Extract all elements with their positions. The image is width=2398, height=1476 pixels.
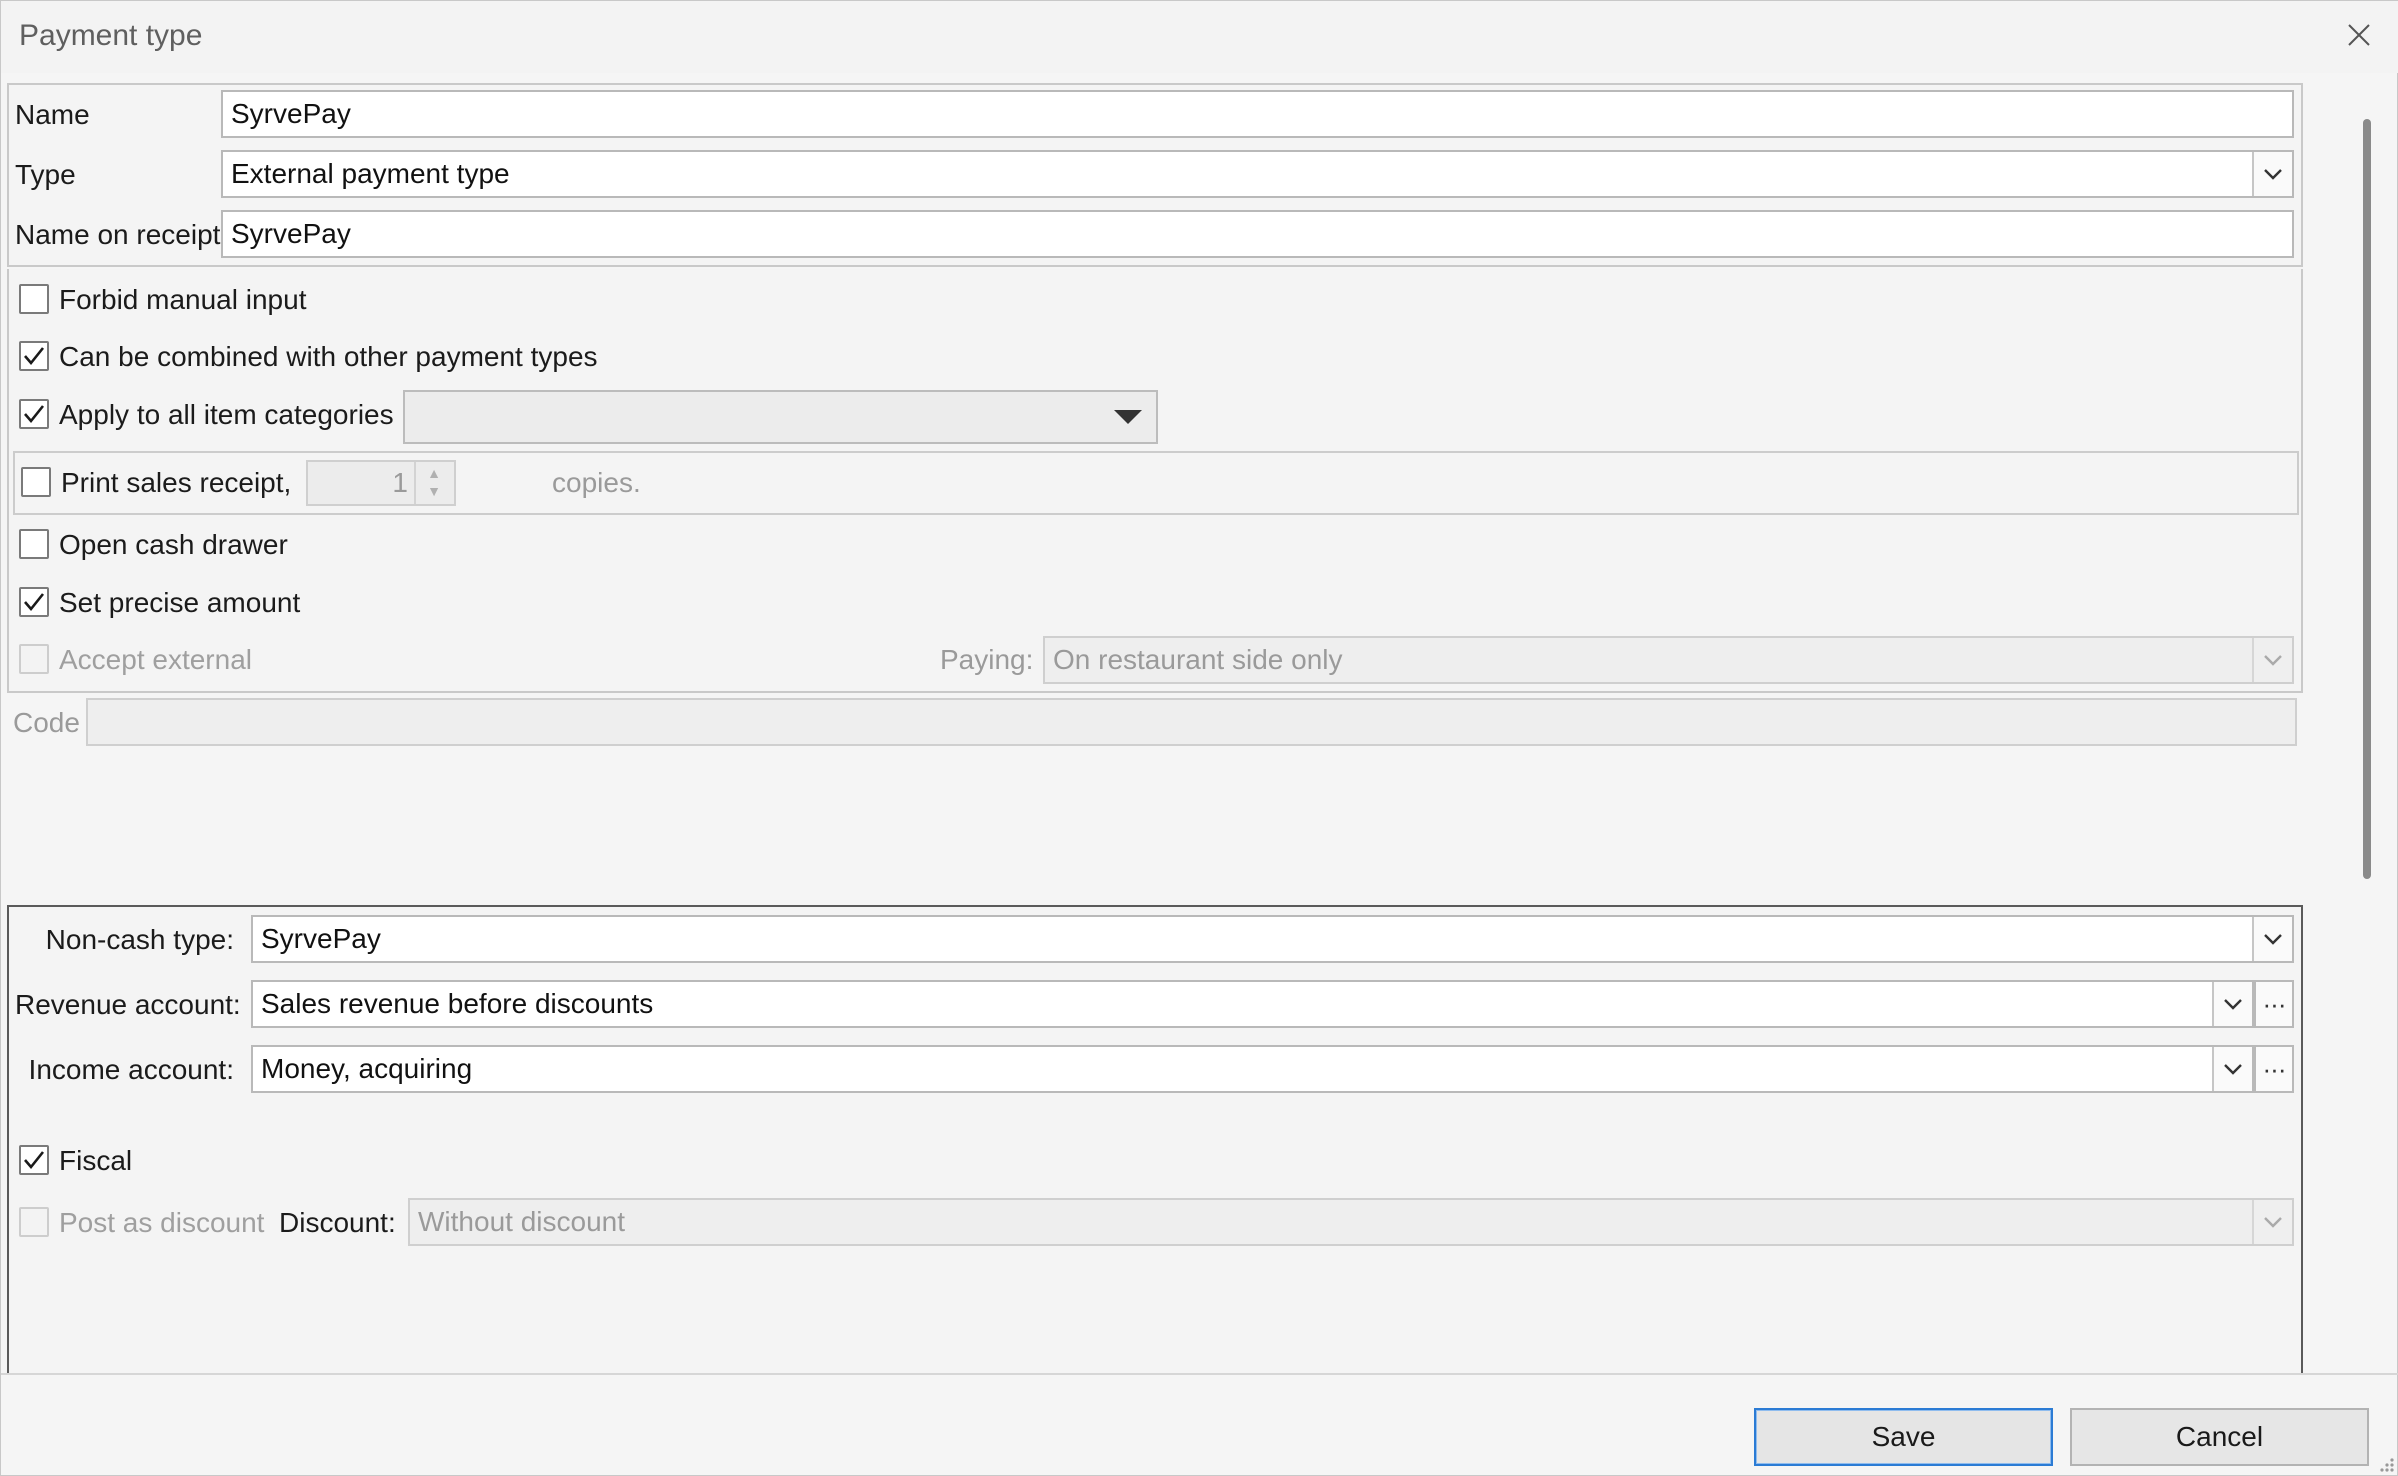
chevron-down-icon [2264, 1217, 2282, 1228]
paying-select-value: On restaurant side only [1053, 644, 1343, 675]
noncash-type-value: SyrvePay [261, 923, 381, 954]
print-receipt-checkbox[interactable] [21, 467, 51, 497]
copies-spin-buttons[interactable]: ▲ ▼ [414, 462, 454, 504]
accept-external-label: Accept external [59, 644, 252, 675]
paying-dropdown-button[interactable] [2252, 638, 2292, 682]
paying-select[interactable]: On restaurant side only [1043, 636, 2294, 684]
copies-spinner[interactable]: 1 ▲ ▼ [306, 460, 456, 506]
title-bar: Payment type [1, 1, 2398, 73]
name-field[interactable]: SyrvePay [221, 90, 2294, 138]
combined-label: Can be combined with other payment types [59, 341, 598, 372]
paying-label: Paying: [940, 644, 1034, 675]
apply-all-categories-checkbox[interactable] [19, 399, 49, 429]
save-button[interactable]: Save [1754, 1408, 2053, 1466]
chevron-down-icon [2264, 169, 2282, 180]
vertical-scrollbar[interactable] [2363, 119, 2371, 879]
footer-divider [1, 1373, 2398, 1375]
income-account-dropdown-button[interactable] [2212, 1047, 2252, 1091]
spin-down-icon: ▼ [427, 483, 441, 499]
caret-down-icon [1114, 410, 1142, 424]
post-as-discount-checkbox[interactable] [19, 1207, 49, 1237]
chevron-down-icon [2264, 934, 2282, 945]
spin-up-icon: ▲ [427, 465, 441, 481]
name-label: Name [15, 99, 90, 130]
income-account-select[interactable]: Money, acquiring [251, 1045, 2254, 1093]
discount-dropdown-button[interactable] [2252, 1200, 2292, 1244]
forbid-manual-input-label: Forbid manual input [59, 284, 307, 315]
income-account-label: Income account: [28, 1054, 234, 1085]
income-account-browse-button[interactable]: ··· [2254, 1045, 2294, 1093]
checkmark-icon [24, 347, 45, 366]
resize-grip-icon[interactable] [2377, 1455, 2395, 1473]
dialog-title: Payment type [19, 19, 203, 52]
combined-checkbox[interactable] [19, 341, 49, 371]
discount-select-value: Without discount [418, 1206, 625, 1237]
type-dropdown-button[interactable] [2252, 152, 2292, 196]
copies-label: copies. [552, 467, 641, 498]
close-icon [2348, 24, 2370, 46]
close-button[interactable] [2331, 11, 2387, 59]
noncash-type-select[interactable]: SyrvePay [251, 915, 2294, 963]
forbid-manual-input-checkbox[interactable] [19, 284, 49, 314]
cancel-button[interactable]: Cancel [2070, 1408, 2369, 1466]
accounting-panel [7, 905, 2303, 1375]
open-cash-drawer-label: Open cash drawer [59, 529, 288, 560]
checkmark-icon [24, 593, 45, 612]
revenue-account-dropdown-button[interactable] [2212, 982, 2252, 1026]
chevron-down-icon [2264, 655, 2282, 666]
type-select[interactable]: External payment type [221, 150, 2294, 198]
noncash-type-label: Non-cash type: [45, 924, 234, 955]
payment-type-dialog: Payment type Name SyrvePay Type External… [0, 0, 2398, 1476]
category-select[interactable] [403, 390, 1158, 444]
noncash-type-dropdown-button[interactable] [2252, 917, 2292, 961]
checkmark-icon [24, 405, 45, 424]
code-field[interactable] [86, 698, 2297, 746]
checkmark-icon [24, 1151, 45, 1170]
type-select-value: External payment type [231, 158, 510, 189]
type-label: Type [15, 159, 76, 190]
copies-value: 1 [392, 467, 408, 498]
receipt-name-field[interactable]: SyrvePay [221, 210, 2294, 258]
fiscal-label: Fiscal [59, 1145, 133, 1176]
print-receipt-label: Print sales receipt, [61, 467, 292, 498]
code-label: Code [13, 707, 80, 738]
receipt-name-label: Name on receipt [15, 219, 221, 250]
chevron-down-icon [2224, 1064, 2242, 1075]
income-account-value: Money, acquiring [261, 1053, 473, 1084]
chevron-down-icon [2224, 999, 2242, 1010]
discount-select[interactable]: Without discount [408, 1198, 2294, 1246]
revenue-account-label: Revenue account: [15, 989, 241, 1020]
apply-all-categories-label: Apply to all item categories [59, 399, 394, 430]
revenue-account-browse-button[interactable]: ··· [2254, 980, 2294, 1028]
discount-label: Discount: [279, 1207, 396, 1238]
set-precise-amount-checkbox[interactable] [19, 587, 49, 617]
set-precise-amount-label: Set precise amount [59, 587, 301, 618]
revenue-account-select[interactable]: Sales revenue before discounts [251, 980, 2254, 1028]
revenue-account-value: Sales revenue before discounts [261, 988, 654, 1019]
open-cash-drawer-checkbox[interactable] [19, 529, 49, 559]
fiscal-checkbox[interactable] [19, 1145, 49, 1175]
accept-external-checkbox[interactable] [19, 644, 49, 674]
post-as-discount-label: Post as discount [59, 1207, 265, 1238]
